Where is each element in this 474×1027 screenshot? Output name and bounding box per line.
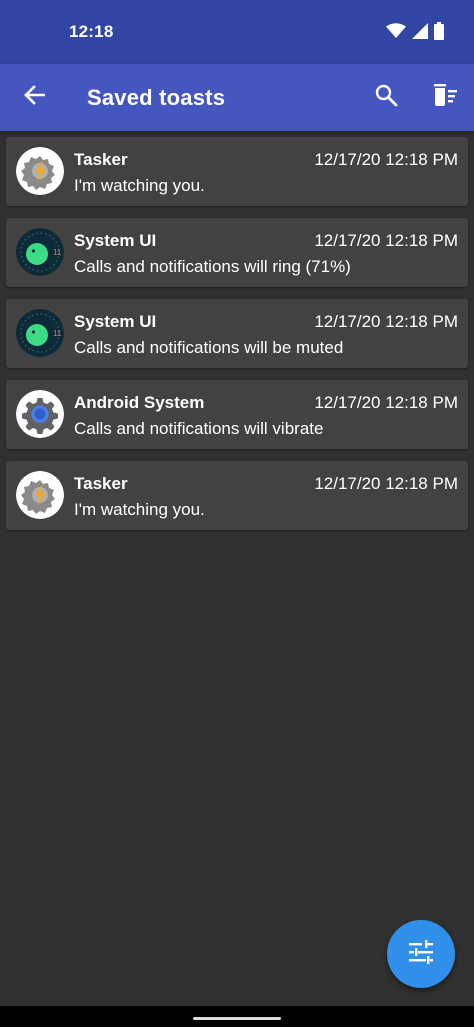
android-11-icon: 11 bbox=[16, 228, 64, 276]
toast-list: Tasker 12/17/20 12:18 PM I'm watching yo… bbox=[6, 137, 468, 542]
toast-app-name: Tasker bbox=[74, 474, 128, 493]
back-button[interactable] bbox=[14, 77, 54, 117]
toast-app-name: Tasker bbox=[74, 150, 128, 169]
filter-fab-button[interactable] bbox=[387, 920, 455, 988]
toast-message: Calls and notifications will ring (71%) bbox=[74, 257, 351, 276]
android-11-icon: 11 bbox=[16, 309, 64, 357]
toast-item[interactable]: Tasker 12/17/20 12:18 PM I'm watching yo… bbox=[6, 461, 468, 530]
home-gesture-handle[interactable] bbox=[193, 1017, 281, 1020]
toast-time: 12/17/20 12:18 PM bbox=[314, 312, 458, 331]
toast-app-name: Android System bbox=[74, 393, 205, 412]
svg-text:11: 11 bbox=[53, 248, 62, 257]
tasker-icon bbox=[16, 147, 64, 195]
toast-time: 12/17/20 12:18 PM bbox=[314, 474, 458, 493]
page-title: Saved toasts bbox=[87, 85, 226, 110]
signal-icon bbox=[412, 22, 428, 44]
toast-item[interactable]: Android System 12/17/20 12:18 PM Calls a… bbox=[6, 380, 468, 449]
toast-message: Calls and notifications will be muted bbox=[74, 338, 344, 357]
toast-item[interactable]: Tasker 12/17/20 12:18 PM I'm watching yo… bbox=[6, 137, 468, 206]
app-bar: Saved toasts bbox=[0, 64, 474, 131]
battery-icon bbox=[434, 21, 444, 45]
delete-all-button[interactable] bbox=[423, 77, 467, 117]
svg-text:11: 11 bbox=[53, 329, 62, 338]
toast-message: Calls and notifications will vibrate bbox=[74, 419, 324, 438]
status-icons bbox=[386, 21, 444, 45]
toast-item[interactable]: 11 System UI 12/17/20 12:18 PM Calls and… bbox=[6, 299, 468, 368]
toast-time: 12/17/20 12:18 PM bbox=[314, 150, 458, 169]
wifi-icon bbox=[386, 22, 406, 44]
toast-message: I'm watching you. bbox=[74, 500, 205, 519]
toast-app-name: System UI bbox=[74, 231, 157, 250]
delete-sweep-icon bbox=[432, 83, 458, 111]
toast-app-name: System UI bbox=[74, 312, 157, 331]
status-time: 12:18 bbox=[69, 22, 114, 41]
arrow-back-icon bbox=[23, 84, 46, 111]
toast-message: I'm watching you. bbox=[74, 176, 205, 195]
search-icon bbox=[374, 83, 398, 112]
tasker-icon bbox=[16, 471, 64, 519]
status-bar: 12:18 bbox=[0, 0, 474, 64]
search-button[interactable] bbox=[366, 77, 406, 117]
toast-time: 12/17/20 12:18 PM bbox=[314, 231, 458, 250]
toast-time: 12/17/20 12:18 PM bbox=[314, 393, 458, 412]
filter-tune-icon bbox=[408, 939, 434, 969]
navigation-bar bbox=[0, 1006, 474, 1027]
toast-item[interactable]: 11 System UI 12/17/20 12:18 PM Calls and… bbox=[6, 218, 468, 287]
settings-gear-icon bbox=[16, 390, 64, 438]
